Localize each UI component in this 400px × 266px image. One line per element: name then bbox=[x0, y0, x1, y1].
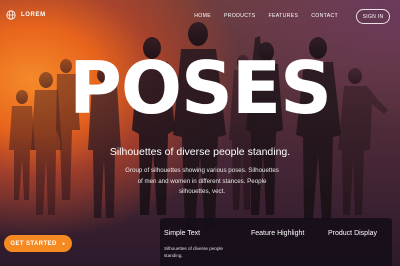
feature-title-simple-text: Simple Text bbox=[164, 230, 201, 237]
hero-subtitle: Silhouettes of diverse people standing. bbox=[109, 146, 291, 158]
nav-products-link[interactable]: PRODUCTS bbox=[224, 13, 256, 19]
hero-title: POSES bbox=[69, 46, 332, 130]
feature-panel: Simple Text Feature Highlight Product Di… bbox=[160, 218, 392, 266]
hero-description: Group of silhouettes showing various pos… bbox=[125, 167, 279, 195]
brand-logo[interactable]: LOREM bbox=[6, 10, 46, 20]
get-started-button[interactable]: GET STARTED ▸ bbox=[4, 235, 72, 252]
nav-features-link[interactable]: FEATURES bbox=[269, 13, 299, 19]
feature-title-feature-highlight: Feature Highlight bbox=[251, 230, 305, 237]
nav-contact-link[interactable]: CONTACT bbox=[311, 13, 338, 19]
top-nav: LOREM HOME PRODUCTS FEATURES CONTACT SIG… bbox=[0, 0, 400, 34]
nav-links: HOME PRODUCTS FEATURES CONTACT bbox=[194, 13, 338, 19]
get-started-label: GET STARTED bbox=[10, 240, 57, 247]
brand-name: LOREM bbox=[21, 12, 46, 18]
feature-text-simple-text: Silhouettes of diverse people standing. bbox=[164, 246, 223, 258]
nav-home-link[interactable]: HOME bbox=[194, 13, 211, 19]
feature-title-product-display: Product Display bbox=[328, 230, 378, 237]
chevron-right-icon: ▸ bbox=[62, 240, 66, 247]
globe-icon bbox=[6, 10, 16, 20]
sign-in-button[interactable]: SIGN IN bbox=[356, 9, 390, 24]
